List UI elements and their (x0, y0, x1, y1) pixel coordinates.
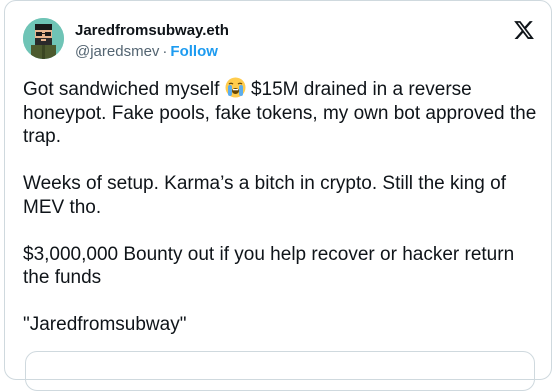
tweet-body: Got sandwiched myself $15M drained in a … (23, 77, 543, 360)
embedded-card[interactable] (25, 351, 535, 391)
author-display-name[interactable]: Jaredfromsubway.eth (75, 21, 229, 41)
avatar[interactable] (23, 18, 64, 59)
tweet-paragraph-2: Weeks of setup. Karma’s a bitch in crypt… (23, 173, 512, 218)
separator-dot: · (162, 43, 168, 60)
tweet-text-before-emoji: Got sandwiched myself (23, 79, 225, 100)
tweet-paragraph-1: Got sandwiched myself $15M drained in a … (23, 77, 543, 149)
pixel-art-avatar-icon (23, 18, 64, 59)
author-handle[interactable]: @jaredsmev (75, 43, 159, 60)
x-logo-icon[interactable] (513, 19, 535, 41)
follow-button[interactable]: Follow (170, 43, 218, 60)
tweet-paragraph-3: $3,000,000 Bounty out if you help recove… (23, 243, 520, 289)
tweet-paragraph-4: "Jaredfromsubway" (23, 314, 187, 335)
loudly-crying-face-emoji-icon (225, 77, 246, 98)
tweet-card: Jaredfromsubway.eth @jaredsmev · Follow Go… (4, 0, 552, 391)
author-handle-row: @jaredsmev · Follow (75, 42, 218, 62)
